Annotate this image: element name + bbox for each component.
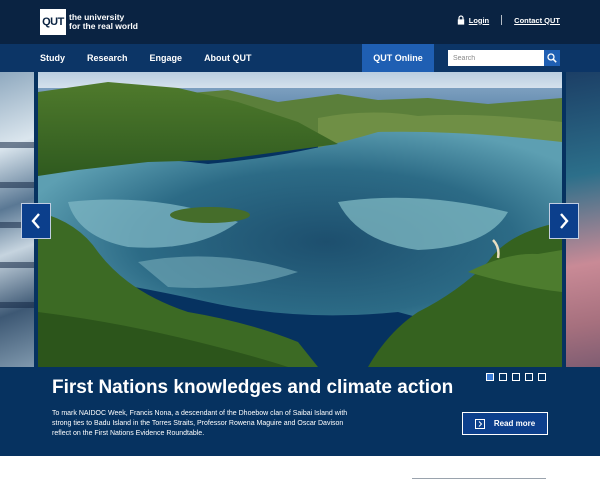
nav-item-engage[interactable]: Engage <box>150 44 183 72</box>
nav-item-about[interactable]: About QUT <box>204 44 252 72</box>
chevron-left-icon <box>31 213 40 229</box>
slide-image-island-lagoon <box>38 72 562 367</box>
carousel-indicators <box>486 373 551 381</box>
utility-divider <box>501 15 503 25</box>
read-more-button[interactable]: Read more <box>462 412 548 435</box>
top-header: QUT the university for the real world Lo… <box>0 0 600 44</box>
island-aerial-photo <box>38 72 562 367</box>
building-stripe <box>0 182 34 188</box>
logo-mark: QUT <box>40 9 66 35</box>
qut-logo[interactable]: QUT the university for the real world <box>40 8 138 36</box>
carousel-dot-2[interactable] <box>499 373 507 381</box>
carousel-dot-4[interactable] <box>525 373 533 381</box>
search-input[interactable] <box>448 50 544 66</box>
search-box <box>448 50 560 66</box>
carousel-prev-button[interactable] <box>21 203 51 239</box>
carousel-dot-3[interactable] <box>512 373 520 381</box>
search-icon <box>547 53 557 63</box>
hero-carousel: First Nations knowledges and climate act… <box>0 72 600 456</box>
carousel-dot-5[interactable] <box>538 373 546 381</box>
building-stripe <box>0 142 34 148</box>
building-stripe <box>0 262 34 268</box>
chevron-right-icon <box>478 420 483 427</box>
lock-icon <box>457 15 464 25</box>
nav-item-research[interactable]: Research <box>87 44 128 72</box>
logo-tagline-line2: for the real world <box>69 21 138 31</box>
nav-item-qut-online[interactable]: QUT Online <box>362 44 434 72</box>
logo-tagline: the university for the real world <box>69 13 138 31</box>
contact-link[interactable]: Contact QUT <box>514 16 560 25</box>
slide-caption: First Nations knowledges and climate act… <box>0 367 600 456</box>
login-label: Login <box>468 15 490 25</box>
contact-label: Contact QUT <box>514 15 560 25</box>
main-nav: Study Research Engage About QUT QUT Onli… <box>0 44 600 72</box>
slide-description: To mark NAIDOC Week, Francis Nona, a des… <box>52 410 348 437</box>
chevron-right-icon <box>560 213 569 229</box>
search-button[interactable] <box>544 50 560 66</box>
slide-title[interactable]: First Nations knowledges and climate act… <box>52 377 453 399</box>
utility-links: Login Contact QUT <box>457 15 560 25</box>
carousel-dot-1[interactable] <box>486 373 494 381</box>
read-more-label: Read more <box>493 419 536 428</box>
section-divider <box>412 478 546 479</box>
nav-items: Study Research Engage About QUT <box>40 44 274 72</box>
login-link[interactable]: Login <box>457 15 489 25</box>
nav-item-study[interactable]: Study <box>40 44 65 72</box>
carousel-next-button[interactable] <box>549 203 579 239</box>
building-stripe <box>0 302 34 308</box>
chevron-right-box-icon <box>474 418 485 429</box>
